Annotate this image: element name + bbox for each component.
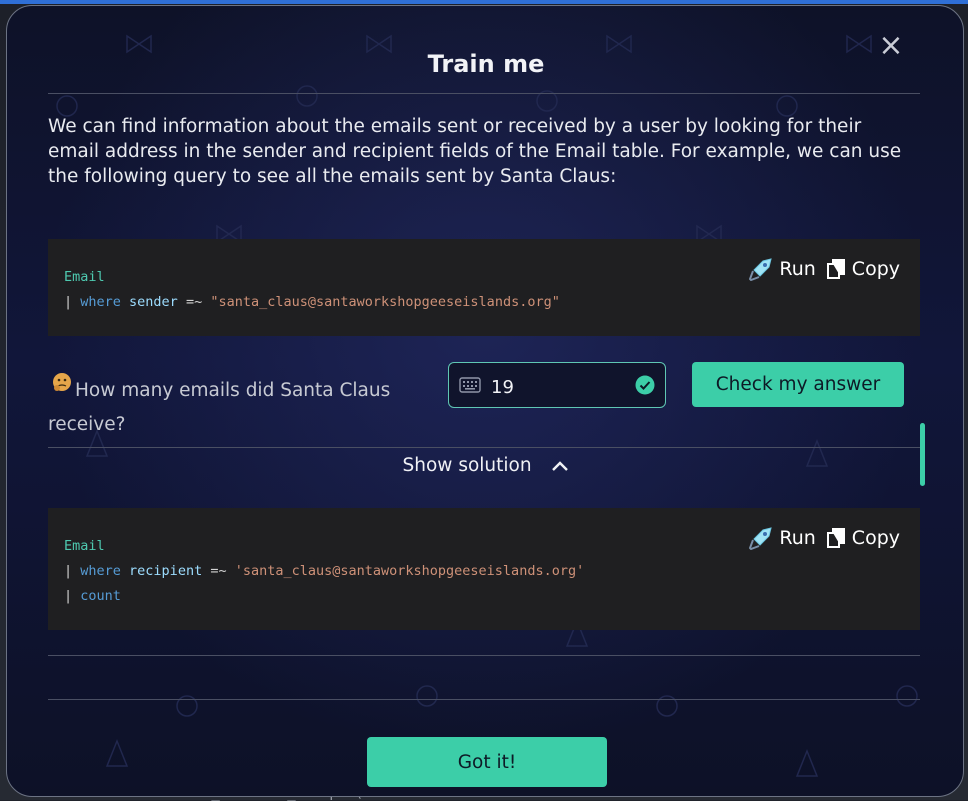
solution-query-block: Email | where recipient =~ 'santa_claus@…: [48, 508, 920, 630]
show-solution-label: Show solution: [402, 455, 532, 476]
code-field: sender: [129, 294, 178, 310]
code-string-value: 'santa_claus@santaworkshopgeeseislands.o…: [234, 563, 585, 579]
example-code-actions: Run Copy: [749, 257, 900, 281]
code-field: recipient: [129, 563, 203, 579]
chevron-up-icon: [552, 461, 569, 471]
example-query-block: Email | where sender =~ "santa_claus@san…: [48, 239, 920, 336]
modal-title: Train me: [427, 50, 545, 78]
check-answer-button[interactable]: Check my answer: [692, 362, 904, 407]
question-text: How many emails did Santa Claus receive?: [48, 380, 391, 435]
copy-button[interactable]: Copy: [826, 258, 900, 280]
got-it-button[interactable]: Got it!: [367, 737, 607, 787]
code-match-operator: =~: [202, 563, 235, 579]
copy-label: Copy: [851, 527, 900, 549]
solution-code-actions: Run Copy: [749, 526, 900, 550]
code-table-name: Email: [64, 269, 105, 285]
run-label: Run: [779, 258, 816, 280]
intro-text: We can find information about the emails…: [48, 116, 902, 187]
code-table-name: Email: [64, 538, 105, 554]
code-match-operator: =~: [177, 294, 211, 310]
rocket-icon: [749, 527, 773, 550]
footer-divider: [48, 699, 920, 700]
copy-icon: [826, 528, 845, 548]
answer-field[interactable]: [448, 362, 666, 408]
code-operator-count: count: [80, 588, 121, 604]
copy-label: Copy: [851, 258, 900, 280]
top-accent-strip: [0, 0, 968, 4]
rocket-icon: [749, 258, 773, 281]
code-operator-where: where: [80, 294, 121, 310]
answer-input[interactable]: [489, 373, 633, 401]
check-circle-icon: [635, 375, 655, 395]
train-me-modal: × Train me We can find information about…: [6, 5, 964, 797]
keyboard-icon: [459, 377, 481, 393]
show-solution-toggle[interactable]: Show solution: [7, 455, 963, 476]
code-pipe: |: [64, 588, 81, 604]
copy-button[interactable]: Copy: [826, 527, 900, 549]
run-button[interactable]: Run: [749, 257, 816, 281]
title-divider: [48, 93, 920, 94]
code-string-value: "santa_claus@santaworkshopgeeseislands.o…: [210, 294, 560, 310]
code-pipe: |: [64, 294, 81, 310]
question-divider: [48, 447, 920, 448]
solution-divider: [48, 655, 920, 656]
copy-icon: [826, 259, 845, 279]
run-button[interactable]: Run: [749, 526, 816, 550]
code-operator-where: where: [80, 563, 121, 579]
code-pipe: |: [64, 563, 81, 579]
run-label: Run: [779, 527, 816, 549]
